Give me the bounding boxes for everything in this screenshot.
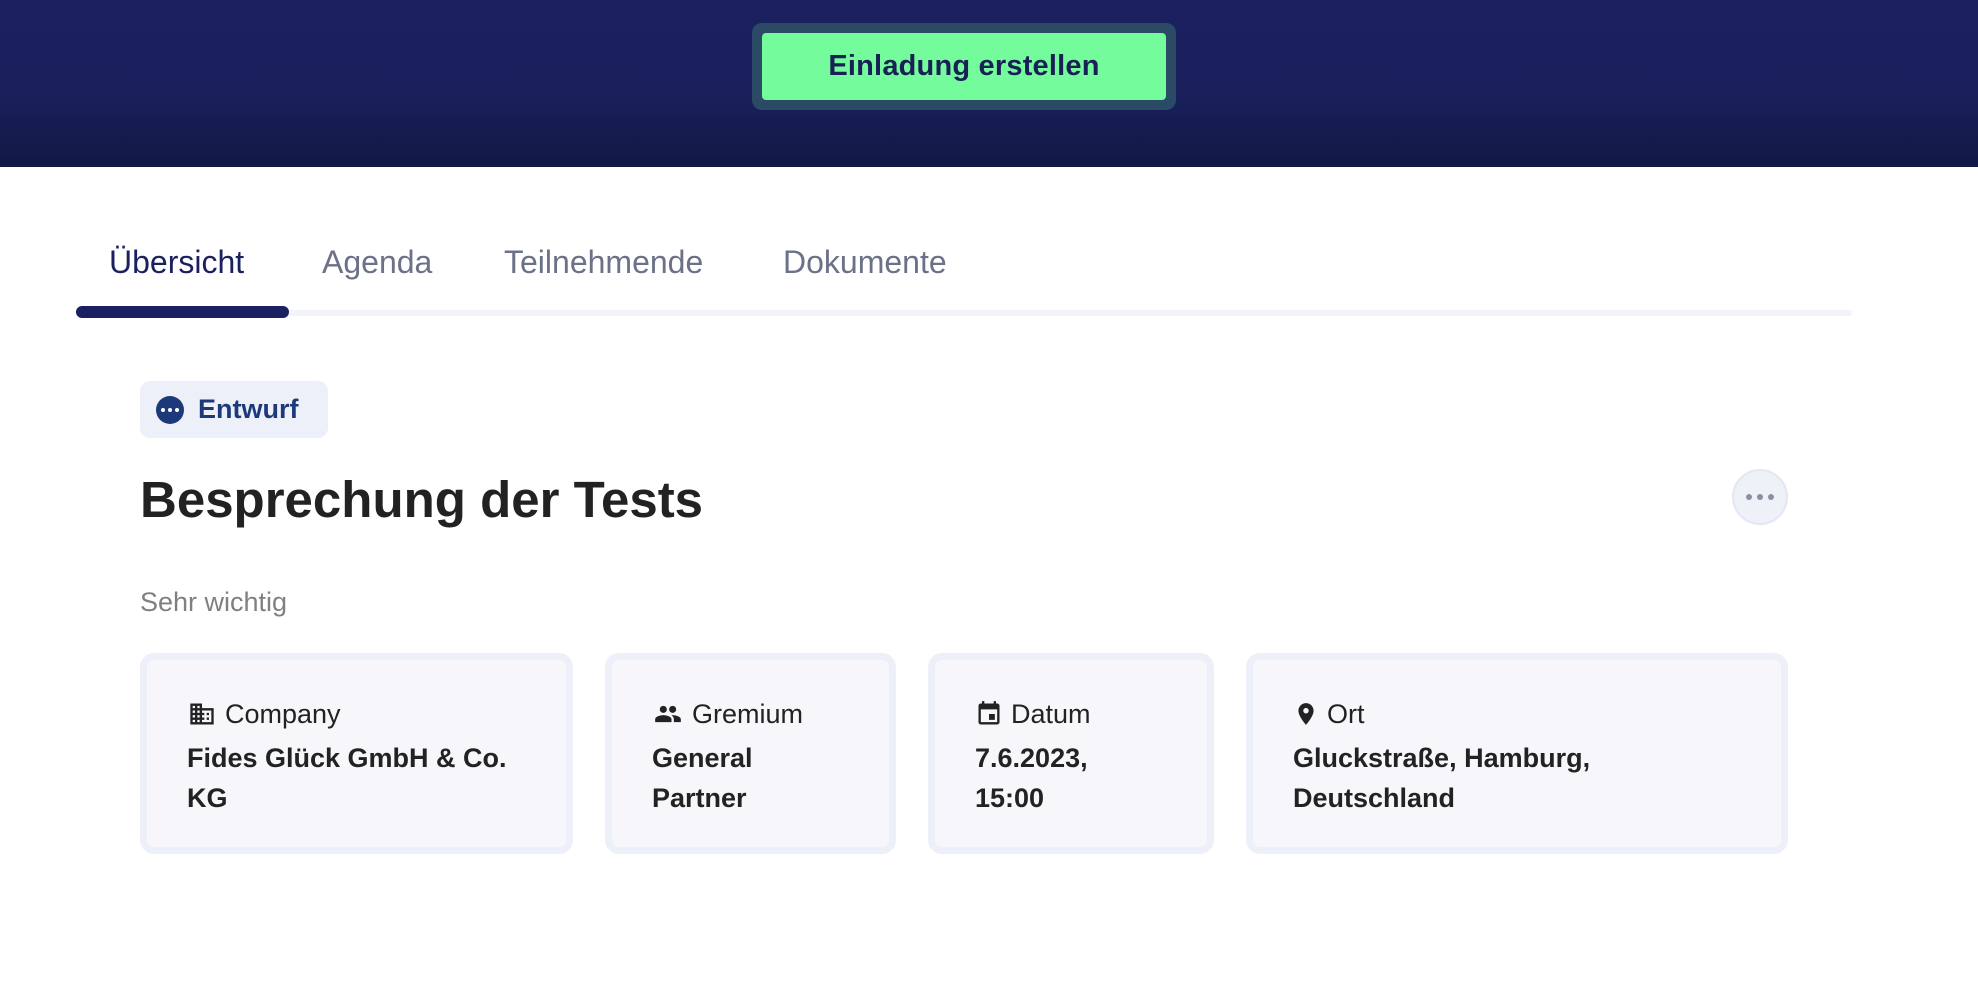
more-horizontal-circle-icon	[156, 395, 184, 424]
tab-agenda[interactable]: Agenda	[322, 242, 432, 282]
card-label: Company	[225, 698, 341, 729]
card-value: 7.6.2023, 15:00	[975, 743, 1088, 813]
create-invitation-focus-ring: Einladung erstellen	[752, 23, 1176, 110]
people-icon	[655, 705, 681, 723]
card-value: General Partner	[652, 743, 753, 813]
tab-documents[interactable]: Dokumente	[783, 242, 947, 282]
card-value: Gluckstraße, Hamburg, Deutschland	[1293, 743, 1591, 813]
calendar-icon	[978, 701, 1000, 725]
more-horizontal-icon	[1746, 494, 1752, 500]
building-icon	[190, 703, 214, 725]
info-card-company: Company Fides Glück GmbH & Co. KG	[140, 653, 573, 854]
tab-bar-divider	[76, 310, 1852, 316]
active-tab-indicator	[76, 306, 289, 318]
more-options-button[interactable]	[1732, 469, 1788, 525]
create-invitation-button[interactable]: Einladung erstellen	[762, 33, 1166, 100]
top-header: Einladung erstellen	[0, 0, 1978, 167]
tab-participants[interactable]: Teilnehmende	[504, 242, 703, 282]
info-card-date: Datum 7.6.2023, 15:00	[928, 653, 1214, 854]
tab-bar: Übersicht Agenda Teilnehmende Dokumente	[76, 230, 1852, 318]
location-pin-icon	[1298, 703, 1314, 725]
status-badge: Entwurf	[140, 381, 328, 438]
info-card-location: Ort Gluckstraße, Hamburg, Deutschland	[1246, 653, 1788, 854]
card-label: Ort	[1327, 698, 1365, 729]
meeting-description: Sehr wichtig	[140, 587, 288, 617]
info-card-committee: Gremium General Partner	[605, 653, 896, 854]
card-value: Fides Glück GmbH & Co. KG	[187, 743, 507, 813]
tab-overview[interactable]: Übersicht	[109, 242, 244, 282]
status-badge-label: Entwurf	[198, 394, 299, 424]
card-label: Gremium	[692, 698, 804, 729]
card-label: Datum	[1011, 698, 1091, 729]
meeting-title: Besprechung der Tests	[140, 471, 704, 528]
